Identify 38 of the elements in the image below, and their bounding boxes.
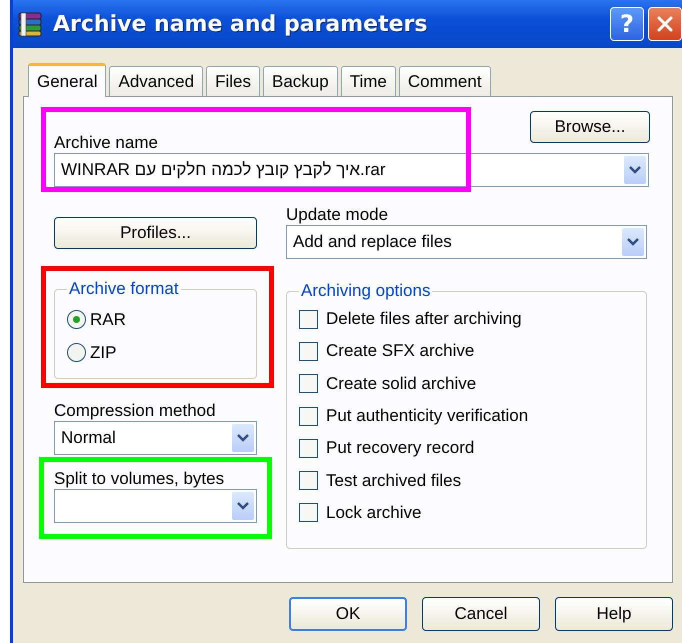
update-mode-dropdown[interactable]: Add and replace files	[286, 225, 647, 259]
help-button[interactable]: ?	[610, 7, 644, 41]
checkbox[interactable]: Delete files after archiving	[299, 303, 636, 336]
tab[interactable]: Time	[340, 66, 396, 96]
radio-button[interactable]: ZIP	[67, 336, 246, 369]
dialog-button[interactable]: OK	[289, 597, 407, 631]
checkbox[interactable]: Put authenticity verification	[299, 400, 636, 432]
dialog-button[interactable]: Help	[555, 597, 673, 631]
field-label: Split to volumes, bytes	[54, 469, 226, 489]
checkbox[interactable]: Put recovery record	[299, 432, 636, 464]
checkbox[interactable]: Create solid archive	[299, 368, 636, 400]
field-label: Update mode	[286, 205, 390, 225]
close-button[interactable]	[648, 7, 682, 41]
checkbox[interactable]: Create SFX archive	[299, 335, 636, 368]
dialog-button[interactable]: Cancel	[422, 597, 540, 631]
chevron-down-icon	[232, 492, 254, 520]
tab[interactable]: General	[28, 63, 106, 97]
profiles-button[interactable]: Profiles...	[54, 217, 257, 249]
window-title: Archive name and parameters	[53, 12, 428, 36]
group-title: Archiving options	[300, 281, 432, 301]
group-title: Archive format	[68, 279, 180, 299]
checkbox[interactable]: Lock archive	[299, 496, 636, 530]
browse-button[interactable]: Browse...	[530, 111, 650, 143]
field-label: Archive name	[54, 133, 159, 153]
tab[interactable]: Backup	[263, 66, 338, 96]
close-icon	[656, 15, 674, 33]
chevron-down-icon	[624, 156, 646, 184]
tab[interactable]: Comment	[398, 66, 491, 96]
checkbox[interactable]: Test archived files	[299, 464, 636, 497]
tab[interactable]: Advanced	[109, 66, 204, 96]
tab[interactable]: Files	[206, 66, 260, 96]
split-volumes-dropdown[interactable]	[54, 489, 257, 523]
compression-method-dropdown[interactable]: Normal	[54, 421, 257, 455]
field-label: Compression method	[54, 401, 217, 421]
archive-name-dropdown[interactable]: WINRAR איך לקבץ קובץ לכמה חלקים עם.rar	[54, 153, 649, 187]
chevron-down-icon	[232, 424, 254, 452]
chevron-down-icon	[622, 228, 644, 256]
radio-button[interactable]: RAR	[67, 303, 246, 336]
